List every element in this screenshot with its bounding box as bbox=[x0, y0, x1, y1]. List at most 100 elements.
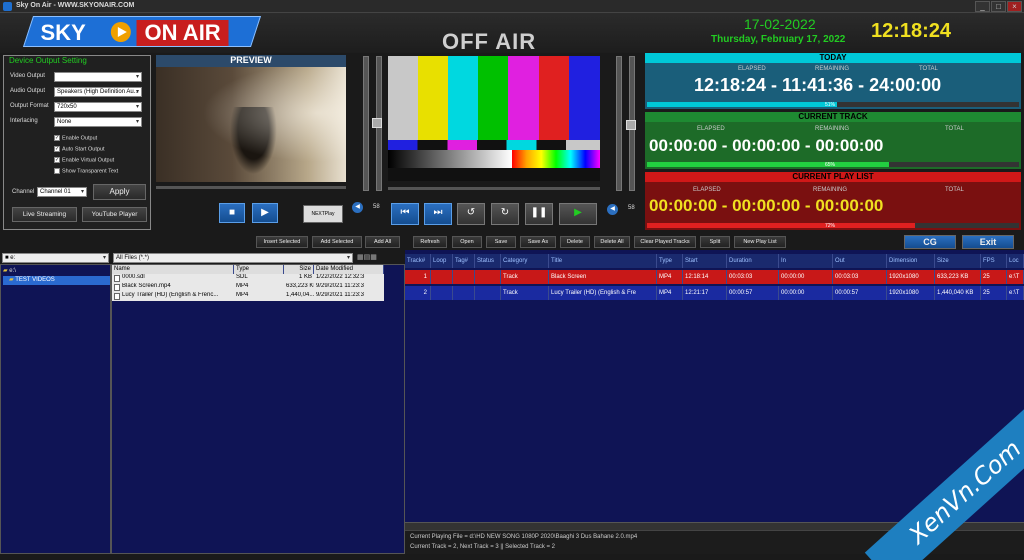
playlist-col-header[interactable]: Size bbox=[935, 254, 981, 268]
col-type[interactable]: Type bbox=[234, 265, 284, 274]
file-cell[interactable]: 633,223 KB bbox=[284, 283, 314, 292]
playlist-cell[interactable]: 1 bbox=[405, 270, 431, 284]
view-icons[interactable]: ▦▤▦ bbox=[357, 253, 381, 263]
file-cell[interactable]: 1,440,04... bbox=[284, 292, 314, 301]
new-playlist-button[interactable]: New Play List bbox=[734, 236, 786, 248]
col-date[interactable]: Date Modified bbox=[314, 265, 384, 274]
preview-speaker-icon[interactable]: ◀ bbox=[352, 202, 363, 213]
pause-button[interactable]: ❚❚ bbox=[525, 203, 553, 225]
split-button[interactable]: Split bbox=[700, 236, 730, 248]
open-button[interactable]: Open bbox=[452, 236, 482, 248]
playlist-cell[interactable]: 12:21:17 bbox=[683, 286, 727, 300]
playlist-cell[interactable]: Track bbox=[501, 270, 549, 284]
save-button[interactable]: Save bbox=[486, 236, 516, 248]
output-format-select[interactable]: 720x50 bbox=[54, 102, 142, 112]
cg-button[interactable]: CG bbox=[904, 235, 956, 249]
add-all-button[interactable]: Add All bbox=[365, 236, 400, 248]
next-play-button[interactable]: NEXTPlay bbox=[303, 205, 343, 223]
file-cell[interactable]: 9/29/2021 11:23:3 bbox=[314, 283, 384, 292]
enable-virtual-output-checkbox[interactable]: ✓ Enable Virtual Output bbox=[54, 157, 114, 163]
playlist-cell[interactable]: 00:00:00 bbox=[779, 286, 833, 300]
playlist-col-header[interactable]: Loop bbox=[431, 254, 453, 268]
playlist-cell[interactable]: 2 bbox=[405, 286, 431, 300]
playlist-col-header[interactable]: Category bbox=[501, 254, 549, 268]
file-filter-select[interactable]: All Files (*.*) bbox=[113, 253, 353, 263]
playlist-cell[interactable]: 1,440,040 KB bbox=[935, 286, 981, 300]
playlist-col-header[interactable]: Start bbox=[683, 254, 727, 268]
file-cell[interactable]: 1 KB bbox=[284, 274, 314, 283]
playlist-cell[interactable] bbox=[453, 286, 475, 300]
file-cell[interactable]: MP4 bbox=[234, 292, 284, 301]
enable-output-checkbox[interactable]: ✓ Enable Output bbox=[54, 135, 97, 141]
playlist-cell[interactable]: 00:03:03 bbox=[727, 270, 779, 284]
channel-select[interactable]: Channel 01 bbox=[37, 187, 87, 197]
tree-item-test-videos[interactable]: ▰ TEST VIDEOS bbox=[3, 276, 110, 285]
repeat-button[interactable]: ↻ bbox=[491, 203, 519, 225]
playlist-cell[interactable] bbox=[453, 270, 475, 284]
col-name[interactable]: Name bbox=[112, 265, 234, 274]
output-play-button[interactable]: ▶ bbox=[559, 203, 597, 225]
playlist-col-header[interactable]: Track# bbox=[405, 254, 431, 268]
playlist-cell[interactable]: Black Screen bbox=[549, 270, 657, 284]
tree-root[interactable]: ▰ e:\ bbox=[3, 267, 16, 274]
playlist-col-header[interactable]: Dimension bbox=[887, 254, 935, 268]
preview-seekbar[interactable] bbox=[156, 186, 346, 189]
interlacing-select[interactable]: None bbox=[54, 117, 142, 127]
file-cell[interactable]: Lucy Trailer (HD) (English & Frenc... bbox=[120, 292, 234, 301]
col-size[interactable]: Size bbox=[284, 265, 314, 274]
playlist-cell[interactable]: 12:18:14 bbox=[683, 270, 727, 284]
playlist-cell[interactable]: e:\T bbox=[1007, 270, 1024, 284]
playlist-cell[interactable]: 1920x1080 bbox=[887, 286, 935, 300]
playlist-cell[interactable]: 25 bbox=[981, 270, 1007, 284]
live-streaming-button[interactable]: Live Streaming bbox=[12, 207, 77, 222]
video-output-select[interactable] bbox=[54, 72, 142, 82]
show-transparent-text-checkbox[interactable]: Show Transparent Text bbox=[54, 168, 118, 174]
apply-button[interactable]: Apply bbox=[93, 184, 146, 200]
clear-played-tracks-button[interactable]: Clear Played Tracks bbox=[634, 236, 696, 248]
playlist-col-header[interactable]: Tag# bbox=[453, 254, 475, 268]
playlist-cell[interactable]: 633,223 KB bbox=[935, 270, 981, 284]
playlist-cell[interactable]: Track bbox=[501, 286, 549, 300]
drive-select[interactable]: ■ e: bbox=[2, 253, 109, 263]
youtube-player-button[interactable]: YouTube Player bbox=[82, 207, 147, 222]
delete-button[interactable]: Delete bbox=[560, 236, 590, 248]
file-cell[interactable]: Black Screen.mp4 bbox=[120, 283, 234, 292]
output-volume-knob[interactable] bbox=[626, 120, 636, 130]
playlist-col-header[interactable]: Type bbox=[657, 254, 683, 268]
playlist-cell[interactable]: 25 bbox=[981, 286, 1007, 300]
playlist-cell[interactable] bbox=[431, 270, 453, 284]
delete-all-button[interactable]: Delete All bbox=[594, 236, 630, 248]
replay-button[interactable]: ↺ bbox=[457, 203, 485, 225]
preview-volume-knob[interactable] bbox=[372, 118, 382, 128]
playlist-cell[interactable]: 00:00:00 bbox=[779, 270, 833, 284]
audio-output-select[interactable]: Speakers (High Definition Au... bbox=[54, 87, 142, 97]
file-cell[interactable]: 9/29/2021 11:23:3 bbox=[314, 292, 384, 301]
playlist-col-header[interactable]: In bbox=[779, 254, 833, 268]
preview-stop-button[interactable]: ■ bbox=[219, 203, 245, 223]
playlist-cell[interactable]: 00:03:03 bbox=[833, 270, 887, 284]
output-volume-track-left[interactable] bbox=[616, 56, 622, 191]
playlist-cell[interactable]: MP4 bbox=[657, 286, 683, 300]
output-seekbar[interactable] bbox=[388, 187, 600, 190]
playlist-col-header[interactable]: FPS bbox=[981, 254, 1007, 268]
file-cell[interactable]: SDL bbox=[234, 274, 284, 283]
playlist-col-header[interactable]: Out bbox=[833, 254, 887, 268]
file-cell[interactable]: MP4 bbox=[234, 283, 284, 292]
auto-start-output-checkbox[interactable]: ✓ Auto Start Output bbox=[54, 146, 105, 152]
insert-selected-button[interactable]: Insert Selected bbox=[256, 236, 308, 248]
playlist-cell[interactable] bbox=[475, 286, 501, 300]
playlist-col-header[interactable]: Loc bbox=[1007, 254, 1024, 268]
file-cell[interactable]: 0000.sdl bbox=[120, 274, 234, 283]
playlist-col-header[interactable]: Title bbox=[549, 254, 657, 268]
preview-volume-track-left[interactable] bbox=[363, 56, 369, 191]
file-cell[interactable]: 1/22/2022 12:32:3 bbox=[314, 274, 384, 283]
next-track-button[interactable]: ⏭ bbox=[424, 203, 452, 225]
playlist-col-header[interactable]: Duration bbox=[727, 254, 779, 268]
playlist-cell[interactable]: Lucy Trailer (HD) (English & Fre bbox=[549, 286, 657, 300]
playlist-cell[interactable]: MP4 bbox=[657, 270, 683, 284]
maximize-button[interactable]: □ bbox=[991, 1, 1006, 12]
preview-play-button[interactable]: ▶ bbox=[252, 203, 278, 223]
minimize-button[interactable]: _ bbox=[975, 1, 990, 12]
playlist-cell[interactable]: 00:00:57 bbox=[727, 286, 779, 300]
output-speaker-icon[interactable]: ◀ bbox=[607, 204, 618, 215]
